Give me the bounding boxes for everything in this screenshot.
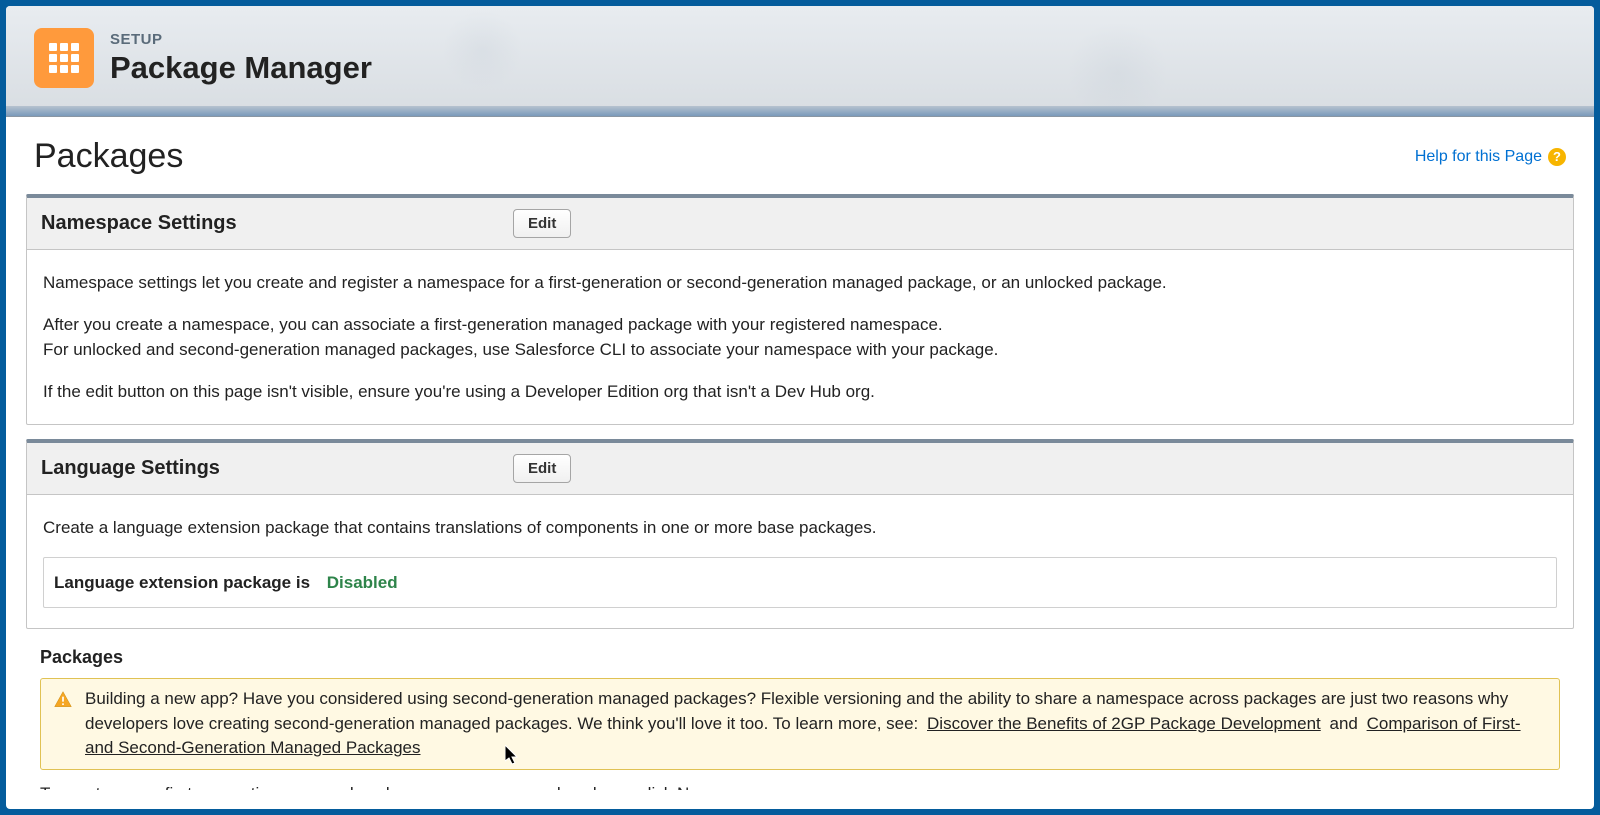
namespace-para2: After you create a namespace, you can as… bbox=[43, 312, 1557, 363]
grid-icon bbox=[49, 43, 79, 73]
page-header-title: Package Manager bbox=[110, 50, 372, 86]
setup-label: SETUP bbox=[110, 31, 372, 48]
namespace-settings-section: Namespace Settings Edit Namespace settin… bbox=[26, 194, 1574, 425]
page-header-band: SETUP Package Manager bbox=[6, 6, 1594, 117]
namespace-para1: Namespace settings let you create and re… bbox=[43, 270, 1557, 296]
edit-namespace-button[interactable]: Edit bbox=[513, 209, 571, 238]
language-status-box: Language extension package is Disabled bbox=[43, 557, 1557, 609]
namespace-section-title: Namespace Settings bbox=[41, 212, 237, 235]
packages-subtitle: Packages bbox=[26, 643, 1574, 678]
edit-language-button[interactable]: Edit bbox=[513, 454, 571, 483]
help-icon[interactable]: ? bbox=[1548, 148, 1566, 166]
language-status-label: Language extension package is bbox=[54, 573, 310, 592]
warning-text: Building a new app? Have you considered … bbox=[85, 687, 1547, 761]
warning-banner: Building a new app? Have you considered … bbox=[40, 678, 1560, 770]
warning-icon bbox=[53, 690, 73, 710]
language-section-title: Language Settings bbox=[41, 457, 220, 480]
packages-body-text: To create a new first-generation managed… bbox=[26, 780, 1574, 790]
help-link[interactable]: Help for this Page bbox=[1415, 148, 1542, 166]
link-2gp-benefits[interactable]: Discover the Benefits of 2GP Package Dev… bbox=[927, 714, 1321, 733]
page-title: Packages bbox=[34, 137, 183, 176]
language-settings-section: Language Settings Edit Create a language… bbox=[26, 439, 1574, 629]
language-status-value: Disabled bbox=[327, 573, 398, 592]
language-para1: Create a language extension package that… bbox=[43, 515, 1557, 541]
app-icon bbox=[34, 28, 94, 88]
namespace-para3: If the edit button on this page isn't vi… bbox=[43, 379, 1557, 405]
